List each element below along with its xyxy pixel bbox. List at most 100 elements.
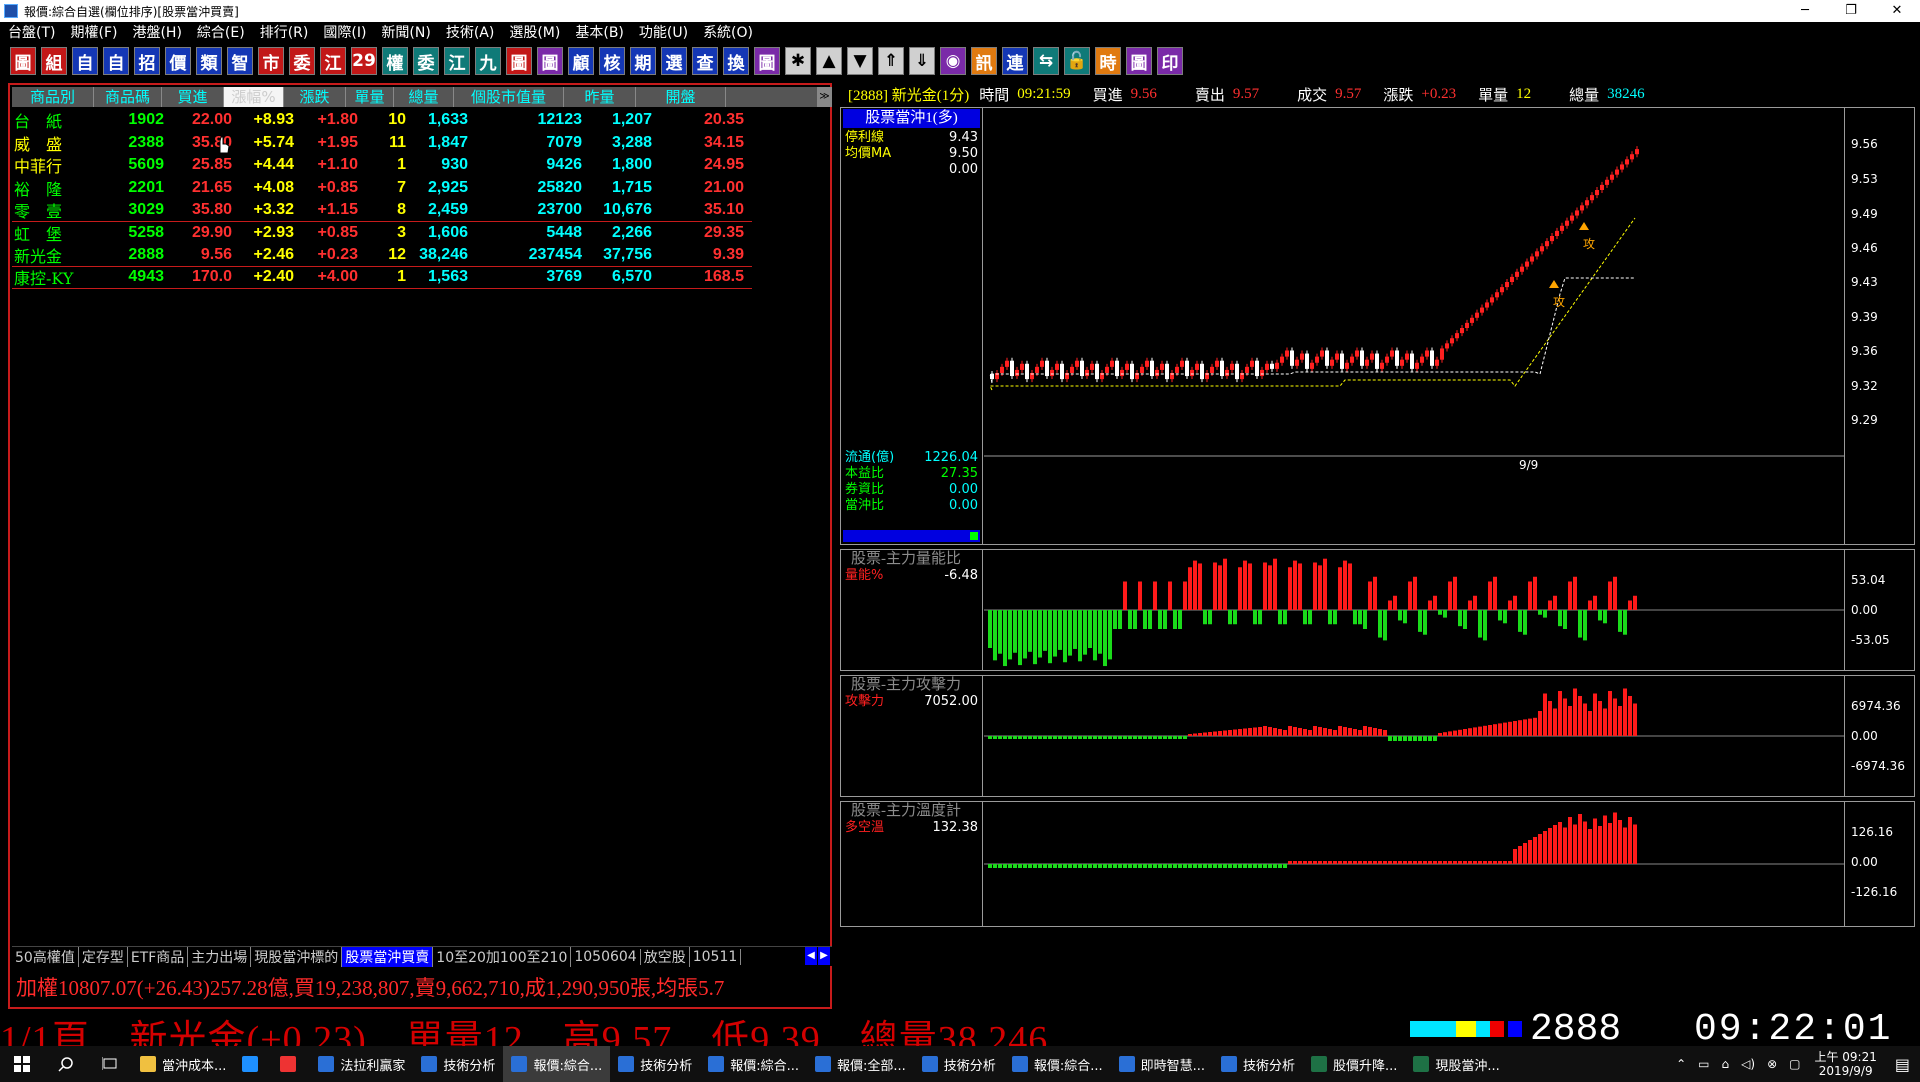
toolbar-button[interactable]: 圖 <box>537 47 563 75</box>
tray-volume-icon[interactable]: ◁) <box>1741 1057 1755 1071</box>
close-button[interactable]: ✕ <box>1874 0 1920 22</box>
scroll-indicator[interactable] <box>843 530 980 542</box>
column-header[interactable]: 漲幅% <box>224 87 284 107</box>
toolbar-button[interactable]: 圖 <box>506 47 532 75</box>
volume-ratio-pane[interactable]: 股票-主力量能比 量能% -6.48 53.04 0.00 -53.05 <box>840 549 1915 671</box>
toolbar-button[interactable]: 類 <box>196 47 222 75</box>
toolbar-button[interactable]: 時 <box>1095 47 1121 75</box>
taskbar-app[interactable]: 報價:綜合... <box>503 1046 611 1082</box>
taskbar-app[interactable]: 技術分析 <box>914 1046 1004 1082</box>
toolbar-button[interactable]: ▼ <box>847 47 873 75</box>
toolbar-button[interactable]: 換 <box>723 47 749 75</box>
header-scroll-button[interactable]: ≫ <box>818 87 832 107</box>
temperature-pane[interactable]: 股票-主力溫度計 多空溫 132.38 126.16 0.00 -126.16 <box>840 801 1915 927</box>
table-row[interactable]: 康控-KY 4943 170.0 +2.40 +4.00 1 1,563 3769 6,570 1… <box>12 267 752 289</box>
toolbar-button[interactable]: 市 <box>258 47 284 75</box>
group-tab[interactable]: 現股當沖標的 <box>251 946 343 967</box>
table-row[interactable]: 中菲行 5609 25.85 +4.44 +1.10 1 930 9426 1,800 24.95 <box>12 154 752 177</box>
toolbar-button[interactable]: 選 <box>661 47 687 75</box>
menu-item[interactable]: 綜合(E) <box>189 22 252 42</box>
menu-item[interactable]: 功能(U) <box>631 22 695 42</box>
taskbar-app[interactable]: 技術分析 <box>1213 1046 1303 1082</box>
toolbar-button[interactable]: 權 <box>382 47 408 75</box>
toolbar-button[interactable]: 🔓 <box>1064 47 1090 75</box>
group-tab[interactable]: 10至20加100至210 <box>433 946 572 967</box>
group-tab[interactable]: 50高權值 <box>12 946 79 967</box>
toolbar-button[interactable]: 價 <box>165 47 191 75</box>
toolbar-button[interactable]: 圖 <box>1126 47 1152 75</box>
taskbar-app[interactable]: 即時智慧... <box>1111 1046 1213 1082</box>
column-header[interactable]: 開盤 <box>636 87 726 107</box>
taskbar-app[interactable] <box>234 1046 272 1082</box>
menu-item[interactable]: 系統(O) <box>695 22 760 42</box>
toolbar-button[interactable]: 江 <box>320 47 346 75</box>
price-chart-pane[interactable]: 股票當沖1(多) 停利線 9.43 均價MA 9.50 0.00 流通(億) 1226… <box>840 107 1915 545</box>
table-row[interactable]: 虹 堡 5258 29.90 +2.93 +0.85 3 1,606 5448 2,266 29.… <box>12 222 752 245</box>
toolbar-button[interactable]: 委 <box>413 47 439 75</box>
table-row[interactable]: 裕 隆 2201 21.65 +4.08 +0.85 7 2,925 25820 1,715 21… <box>12 177 752 200</box>
toolbar-button[interactable]: 核 <box>599 47 625 75</box>
toolbar-button[interactable]: 29 <box>351 47 377 75</box>
toolbar-button[interactable]: 智 <box>227 47 253 75</box>
group-tab[interactable]: 定存型 <box>79 946 128 967</box>
taskbar-clock[interactable]: 上午 09:21 2019/9/9 <box>1814 1050 1876 1078</box>
toolbar-button[interactable]: 組 <box>41 47 67 75</box>
taskbar-app[interactable]: 當沖成本... <box>132 1046 234 1082</box>
column-header[interactable]: 單量 <box>346 87 394 107</box>
toolbar-button[interactable]: 自 <box>103 47 129 75</box>
column-header[interactable]: 個股市值量 <box>454 87 564 107</box>
taskbar-app[interactable]: 報價:綜合... <box>700 1046 807 1082</box>
tray-input-icon[interactable]: ▢ <box>1789 1057 1800 1071</box>
taskbar-app[interactable]: 報價:綜合... <box>1004 1046 1111 1082</box>
column-header[interactable]: 漲跌 <box>284 87 346 107</box>
toolbar-button[interactable]: 自 <box>72 47 98 75</box>
group-tab[interactable]: 放空股 <box>641 946 690 967</box>
tray-close-icon[interactable]: ⊗ <box>1767 1057 1777 1071</box>
group-tab[interactable]: ETF商品 <box>128 946 189 967</box>
toolbar-button[interactable]: 九 <box>475 47 501 75</box>
tab-scroll-left-button[interactable]: ◀ <box>805 947 817 965</box>
toolbar-button[interactable]: ✱ <box>785 47 811 75</box>
toolbar-button[interactable]: ▲ <box>816 47 842 75</box>
toolbar-button[interactable]: ⇆ <box>1033 47 1059 75</box>
tab-scroll-right-button[interactable]: ▶ <box>818 947 830 965</box>
menu-item[interactable]: 基本(B) <box>567 22 631 42</box>
toolbar-button[interactable]: 查 <box>692 47 718 75</box>
search-icon[interactable] <box>44 1046 88 1082</box>
toolbar-button[interactable]: 顧 <box>568 47 594 75</box>
table-row[interactable]: 台 紙 1902 22.00 +8.93 +1.80 10 1,633 12123 1,207 2… <box>12 109 752 132</box>
column-header[interactable]: 買進 <box>162 87 224 107</box>
menu-item[interactable]: 台盤(T) <box>0 22 62 42</box>
menu-item[interactable]: 選股(M) <box>501 22 567 42</box>
tray-network-icon[interactable]: ⌂ <box>1722 1057 1730 1071</box>
column-header[interactable]: 昨量 <box>564 87 636 107</box>
group-tab[interactable]: 主力出場 <box>188 946 252 967</box>
toolbar-button[interactable]: 連 <box>1002 47 1028 75</box>
toolbar-button[interactable]: ⇑ <box>878 47 904 75</box>
group-tab[interactable]: 股票當沖買賣 <box>342 946 434 967</box>
column-header[interactable]: 商品碼 <box>94 87 162 107</box>
toolbar-button[interactable]: 委 <box>289 47 315 75</box>
column-header[interactable]: 總量 <box>394 87 454 107</box>
toolbar-button[interactable]: 訊 <box>971 47 997 75</box>
menu-item[interactable]: 排行(R) <box>252 22 316 42</box>
minimize-button[interactable]: ─ <box>1782 0 1828 22</box>
taskbar-app[interactable] <box>272 1046 310 1082</box>
menu-item[interactable]: 國際(I) <box>315 22 373 42</box>
toolbar-button[interactable]: ⇓ <box>909 47 935 75</box>
menu-item[interactable]: 港盤(H) <box>124 22 188 42</box>
toolbar-button[interactable]: 期 <box>630 47 656 75</box>
menu-item[interactable]: 期權(F) <box>62 22 124 42</box>
toolbar-button[interactable]: 印 <box>1157 47 1183 75</box>
toolbar-button[interactable]: 圖 <box>754 47 780 75</box>
tray-chevron-icon[interactable]: ⌃ <box>1676 1057 1686 1071</box>
taskbar-app[interactable]: 股價升降... <box>1303 1046 1405 1082</box>
restore-button[interactable]: ❐ <box>1828 0 1874 22</box>
taskbar-app[interactable]: 技術分析 <box>610 1046 700 1082</box>
taskbar-app[interactable]: 現股當沖... <box>1405 1046 1507 1082</box>
group-tab[interactable]: 10511 <box>690 948 742 965</box>
group-tab[interactable]: 1050604 <box>571 948 641 965</box>
menu-item[interactable]: 新聞(N) <box>373 22 437 42</box>
taskbar-app[interactable]: 報價:全部... <box>807 1046 914 1082</box>
taskbar-app[interactable]: 技術分析 <box>413 1046 503 1082</box>
